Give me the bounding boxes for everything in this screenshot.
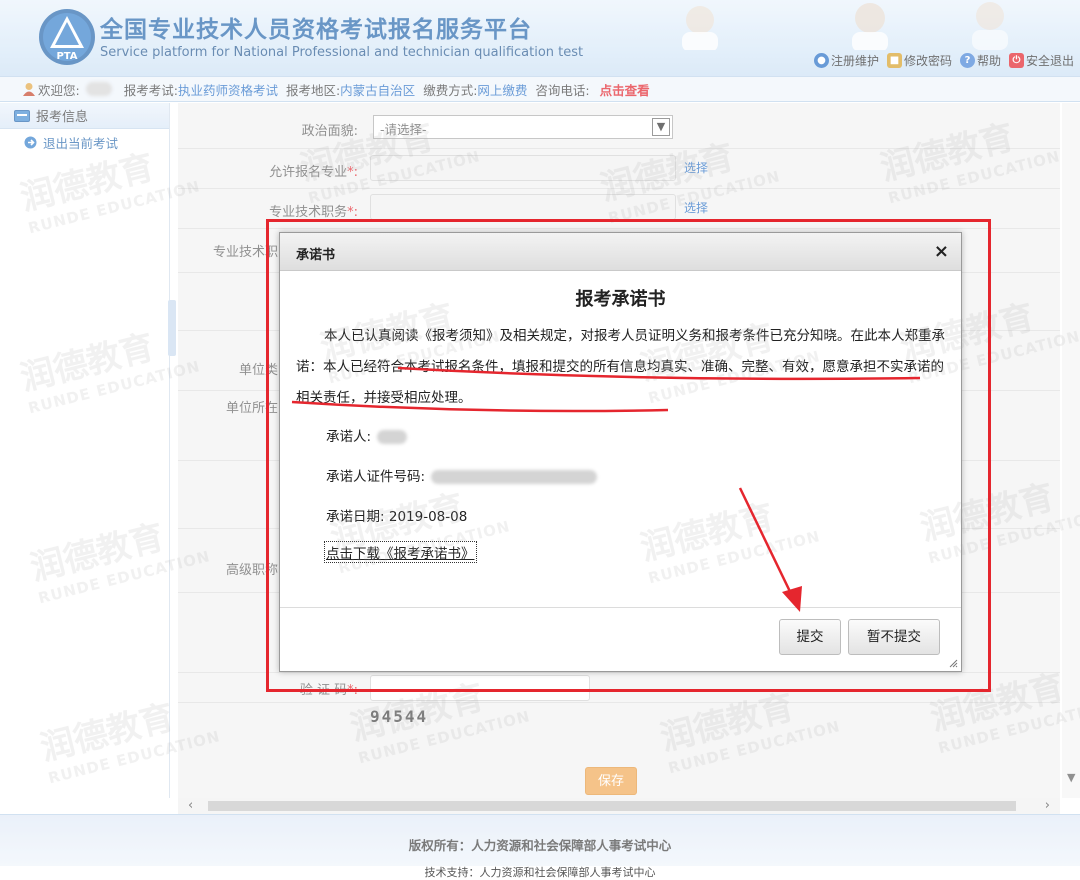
chevron-down-icon: ▼ xyxy=(652,118,670,136)
submit-button[interactable]: 提交 xyxy=(779,619,841,655)
dialog-header[interactable]: 承诺书 × xyxy=(280,233,961,271)
footer: 版权所有：人力资源和社会保障部人事考试中心 技术支持：人力资源和社会保障部人事考… xyxy=(0,814,1080,879)
exam-label: 报考考试: xyxy=(123,82,178,98)
political-select[interactable]: -请选择- ▼ xyxy=(373,115,673,139)
footer-copyright: 版权所有：人力资源和社会保障部人事考试中心 xyxy=(408,838,672,853)
scrollbar-thumb[interactable] xyxy=(208,801,1016,811)
globe-icon: ● xyxy=(813,52,829,68)
sidebar-item-exit-exam[interactable]: 退出当前考试 xyxy=(0,129,169,155)
signer-redacted xyxy=(377,430,408,444)
scroll-left-icon[interactable]: ‹ xyxy=(188,798,193,813)
allowed-major-select-link[interactable]: 选择 xyxy=(684,159,708,176)
commit-date-field: 承诺日期: 2019-08-08 xyxy=(326,509,468,525)
region-label: 报考地区: xyxy=(285,82,341,98)
welcome-label: 欢迎您: xyxy=(38,82,80,98)
commitment-doc-title: 报考承诺书 xyxy=(575,289,666,310)
allowed-major-input[interactable] xyxy=(370,155,676,181)
site-title: 全国专业技术人员资格考试报名服务平台 xyxy=(100,17,532,43)
commitment-dialog: 承诺书 × 报考承诺书 本人已认真阅读《报考须知》及相关规定，对报考人员证明义务… xyxy=(279,232,962,672)
download-commitment-link[interactable]: 点击下载《报考承诺书》 xyxy=(324,541,477,563)
header-links: ● 注册维护 ■ 修改密码 ? 帮助 ⏻ 安全退出 xyxy=(813,50,1074,70)
scroll-right-icon[interactable]: › xyxy=(1045,798,1050,813)
payment-label: 缴费方式: xyxy=(423,82,478,98)
lock-icon: ■ xyxy=(886,52,902,68)
sidebar-header[interactable]: 报考信息 xyxy=(0,103,169,129)
header-banner-image xyxy=(682,2,1008,50)
commitment-text: 本人已认真阅读《报考须知》及相关规定，对报考人员证明义务和报考条件已充分知晓。在… xyxy=(296,328,945,406)
logout-link[interactable]: ⏻ 安全退出 xyxy=(1008,52,1074,69)
sidebar-collapse-handle[interactable] xyxy=(168,300,176,356)
payment-value: 网上缴费 xyxy=(477,82,528,98)
scroll-down-icon[interactable]: ▼ xyxy=(1067,771,1075,784)
footer-support: 技术支持：人力资源和社会保障部人事考试中心 xyxy=(424,866,656,879)
horizontal-scrollbar[interactable]: ‹ › xyxy=(178,798,1060,814)
help-link[interactable]: ? 帮助 xyxy=(959,52,1001,69)
info-bar: 欢迎您: 报考考试: 执业药师资格考试 报考地区: 内蒙古自治区 缴费方式: 网… xyxy=(0,76,1080,102)
id-redacted xyxy=(431,470,598,484)
signer-field: 承诺人: xyxy=(326,425,408,445)
form-row-professional-title: 专业技术职务*: 选择 xyxy=(178,189,1060,229)
close-icon[interactable]: × xyxy=(934,241,949,262)
pta-logo: PTA xyxy=(39,9,95,65)
signer-id-field: 承诺人证件号码: xyxy=(326,465,598,485)
user-icon xyxy=(23,83,35,96)
resize-grip-icon[interactable] xyxy=(948,658,958,668)
folder-icon xyxy=(14,109,30,122)
phone-label: 咨询电话: xyxy=(535,82,590,98)
power-icon: ⏻ xyxy=(1008,52,1024,68)
vertical-scrollbar[interactable]: ▼ xyxy=(1062,103,1080,798)
region-value: 内蒙古自治区 xyxy=(340,82,416,98)
professional-title-select-link[interactable]: 选择 xyxy=(684,199,708,216)
register-maintain-link[interactable]: ● 注册维护 xyxy=(813,52,879,69)
form-row-allowed-major: 允许报名专业*: 选择 xyxy=(178,149,1060,189)
captcha-image[interactable]: 94544 xyxy=(370,707,428,726)
arrow-right-circle-icon xyxy=(24,136,37,148)
captcha-input[interactable] xyxy=(370,675,590,701)
username-redacted xyxy=(85,82,112,96)
exam-value: 执业药师资格考试 xyxy=(177,82,278,98)
help-icon: ? xyxy=(959,52,975,68)
sidebar: 报考信息 退出当前考试 xyxy=(0,103,170,798)
dialog-title: 承诺书 xyxy=(296,248,336,263)
site-header: PTA 全国专业技术人员资格考试报名服务平台 Service platform … xyxy=(0,0,1080,76)
svg-text:PTA: PTA xyxy=(56,51,77,62)
form-row-captcha: 验 证 码*: xyxy=(178,673,1060,703)
save-button[interactable]: 保存 xyxy=(585,767,637,795)
postpone-submit-button[interactable]: 暂不提交 xyxy=(848,619,940,655)
site-subtitle: Service platform for National Profession… xyxy=(100,45,584,60)
change-password-link[interactable]: ■ 修改密码 xyxy=(886,52,952,69)
phone-view-link[interactable]: 点击查看 xyxy=(600,80,650,99)
commit-date-value: 2019-08-08 xyxy=(388,509,468,525)
form-row-political: 政治面貌: -请选择- ▼ xyxy=(178,103,1060,149)
professional-title-input[interactable] xyxy=(370,194,676,220)
